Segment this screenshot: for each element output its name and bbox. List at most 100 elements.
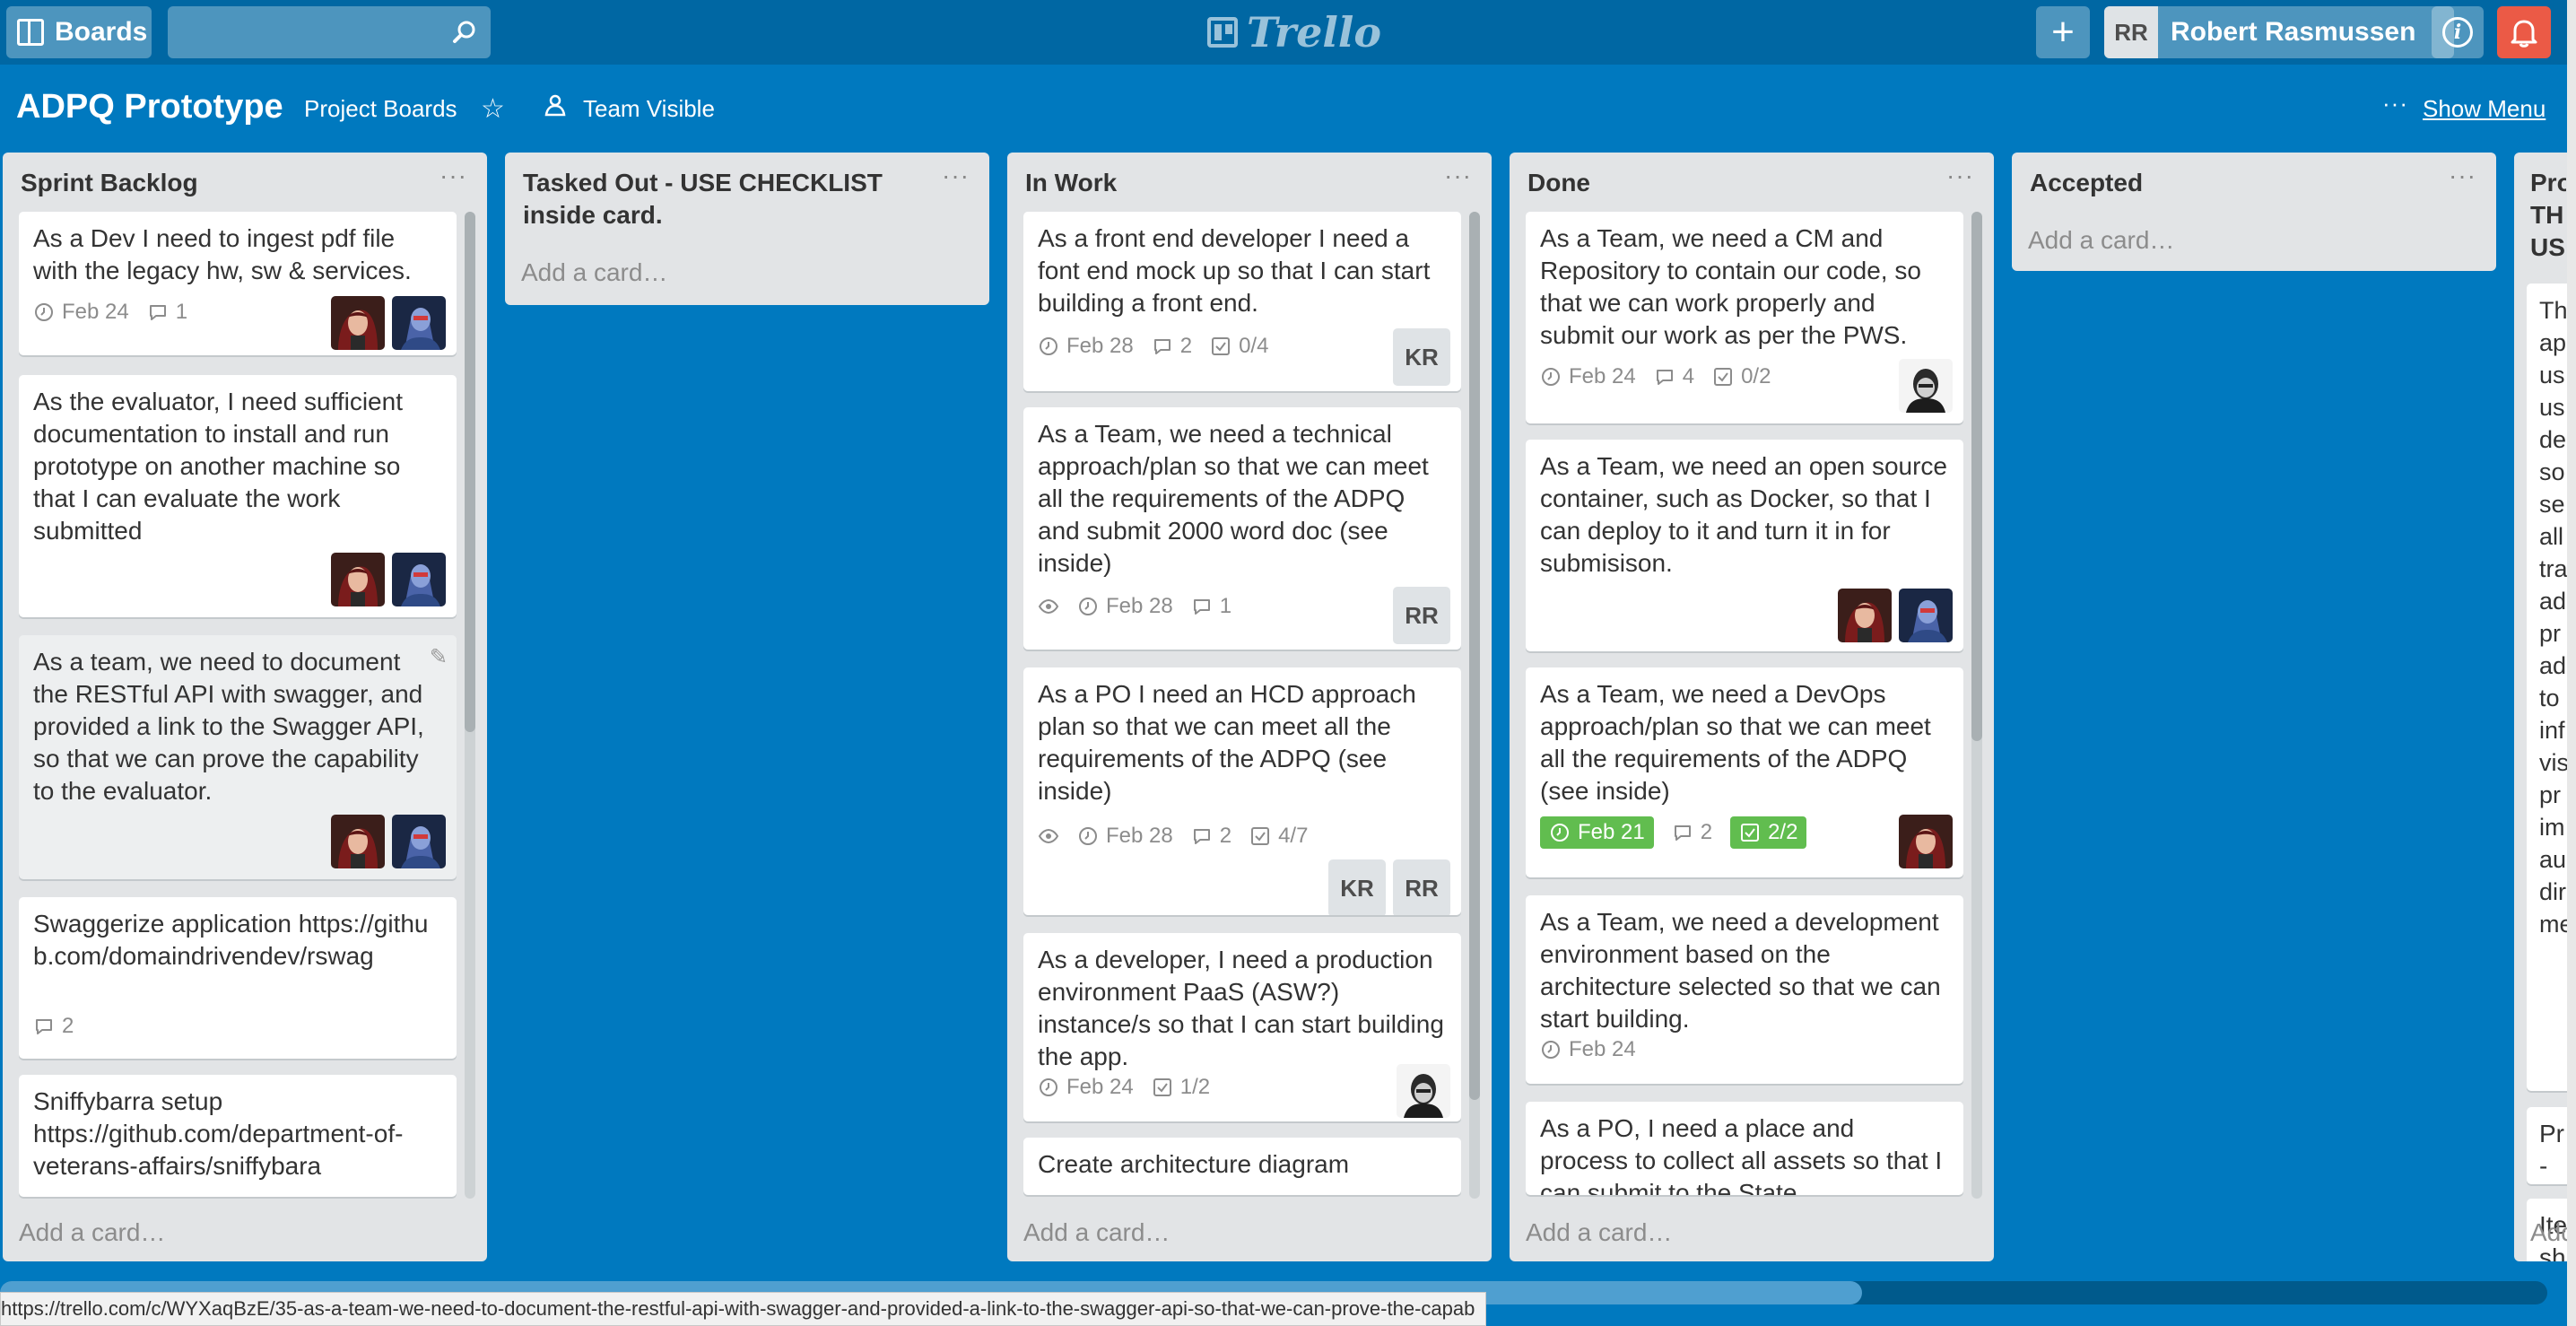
member-avatar[interactable] (331, 553, 385, 606)
list-card[interactable]: Sniffybarra setup https://github.com/dep… (19, 1075, 457, 1197)
list-card[interactable]: As a Team, we need a technical approach/… (1023, 407, 1461, 650)
member-avatar[interactable]: KR (1393, 328, 1450, 386)
due-date-badge: Feb 24 (1540, 1037, 1636, 1062)
add-card-button[interactable]: Add a card… (2028, 226, 2174, 255)
list-card[interactable]: Pr - v (2527, 1107, 2567, 1184)
card-title: As a PO I need an HCD approach plan so t… (1038, 680, 1416, 805)
checklist-icon (1152, 1077, 1173, 1098)
card-title: As a developer, I need a production envi… (1038, 946, 1444, 1070)
comment-icon (33, 1016, 55, 1037)
member-avatar[interactable] (331, 815, 385, 868)
member-avatar[interactable] (1899, 589, 1953, 642)
list-card[interactable]: As a Dev I need to ingest pdf file with … (19, 212, 457, 355)
list-card[interactable]: As a PO I need an HCD approach plan so t… (1023, 667, 1461, 915)
search-input[interactable] (168, 6, 491, 58)
card-badges: Feb 28 2 4/7 (1038, 824, 1308, 849)
list-menu-icon[interactable]: ··· (942, 161, 970, 190)
member-avatar[interactable] (1899, 359, 1953, 413)
list-card[interactable]: As a Team, we need a development environ… (1526, 895, 1963, 1084)
list-title[interactable]: Done (1527, 167, 1922, 199)
info-button[interactable]: i (2432, 6, 2484, 58)
list-card[interactable]: Create architecture diagram (1023, 1138, 1461, 1195)
top-header: Boards Trello + RR Robert Rasmussen i (0, 0, 2576, 65)
member-avatar[interactable] (1838, 589, 1892, 642)
list-card[interactable]: Th ap us us de so se all tra ad pr ad to… (2527, 284, 2567, 1091)
list-card[interactable]: As a Team, we need a DevOps approach/pla… (1526, 667, 1963, 877)
card-title: Th ap us us de so se all tra ad pr ad to… (2539, 297, 2567, 938)
list-card[interactable]: As a Team, we need a CM and Repository t… (1526, 212, 1963, 423)
board-title[interactable]: ADPQ Prototype (16, 88, 283, 126)
list-card[interactable]: As a front end developer I need a font e… (1023, 212, 1461, 391)
checklist-icon (1210, 336, 1231, 357)
member-avatar[interactable] (1899, 815, 1953, 868)
member-avatar[interactable] (392, 553, 446, 606)
add-card-button[interactable]: Add (2530, 1218, 2567, 1247)
card-badges: Feb 28 2 0/4 (1038, 334, 1268, 359)
member-avatar[interactable]: RR (1393, 587, 1450, 644)
boards-button[interactable]: Boards (6, 6, 152, 58)
card-title: As a team, we need to document the RESTf… (33, 648, 424, 805)
card-title: Swaggerize application https://github.co… (33, 910, 429, 970)
comments-badge: 2 (1191, 824, 1231, 849)
list-title[interactable]: In Work (1025, 167, 1420, 199)
due-date-badge: Feb 28 (1038, 334, 1134, 359)
edit-pencil-icon[interactable]: ✎ (430, 644, 448, 670)
member-avatar[interactable] (392, 296, 446, 350)
member-avatar[interactable] (1397, 1064, 1450, 1118)
list-menu-icon[interactable]: ··· (1444, 161, 1472, 190)
add-card-button[interactable]: Add a card… (1023, 1218, 1170, 1247)
eye-icon (1038, 825, 1059, 847)
list-title[interactable]: Accepted (2030, 167, 2424, 199)
trello-logo-icon (1207, 17, 1238, 48)
notifications-button[interactable] (2497, 6, 2551, 58)
avatar: RR (2104, 6, 2158, 58)
org-link[interactable]: Project Boards (304, 95, 457, 123)
window-scrollbar[interactable] (2567, 0, 2576, 1326)
info-icon: i (2442, 17, 2473, 48)
list-menu-icon[interactable]: ··· (2449, 161, 2476, 190)
card-badges: Feb 24 1/2 (1038, 1075, 1210, 1100)
search-icon[interactable] (451, 19, 478, 46)
list-card[interactable]: Swaggerize application https://github.co… (19, 897, 457, 1059)
add-card-button[interactable]: Add a card… (1526, 1218, 1672, 1247)
card-title: As a Team, we need a development environ… (1540, 908, 1941, 1033)
add-card-button[interactable]: Add a card… (521, 258, 667, 287)
bell-icon (2511, 20, 2537, 48)
card-members (1397, 1064, 1450, 1118)
member-avatar[interactable] (331, 296, 385, 350)
list-menu-icon[interactable]: ··· (1946, 161, 1974, 190)
star-icon[interactable]: ☆ (481, 93, 505, 125)
list-title[interactable]: Tasked Out - USE CHECKLIST inside card. (523, 167, 918, 231)
list-card[interactable]: As a PO, I need a place and process to c… (1526, 1102, 1963, 1195)
list-card[interactable]: As the evaluator, I need sufficient docu… (19, 375, 457, 617)
add-card-button[interactable]: Add a card… (19, 1218, 165, 1247)
list-scrollbar[interactable] (465, 212, 475, 1199)
member-avatar[interactable]: KR (1328, 859, 1386, 915)
trello-logo[interactable]: Trello (1207, 7, 1381, 57)
list-scrollbar[interactable] (1469, 212, 1480, 1199)
member-avatar[interactable]: RR (1393, 859, 1450, 915)
list-card[interactable]: As a team, we need to document the RESTf… (19, 635, 457, 879)
team-icon[interactable] (544, 93, 567, 117)
list-in-work: In Work ··· As a front end developer I n… (1007, 153, 1492, 1261)
list-title[interactable]: Sprint Backlog (21, 167, 415, 199)
list-menu-icon[interactable]: ··· (439, 161, 467, 190)
card-title: As a Team, we need an open source contai… (1540, 452, 1948, 577)
member-avatar[interactable] (392, 815, 446, 868)
list-partial: Pro TH US Th ap us us de so se all tra a… (2514, 153, 2567, 1261)
comments-badge: 4 (1654, 364, 1694, 389)
user-menu-button[interactable]: RR Robert Rasmussen (2104, 6, 2454, 58)
list-tasked-out: Tasked Out - USE CHECKLIST inside card. … (505, 153, 989, 305)
plus-icon: + (2051, 10, 2075, 54)
list-card[interactable]: As a Team, we need an open source contai… (1526, 440, 1963, 651)
visibility-button[interactable]: Team Visible (583, 95, 715, 123)
add-button[interactable]: + (2036, 6, 2090, 58)
list-scrollbar[interactable] (1971, 212, 1982, 1199)
checklist-complete-badge: 2/2 (1730, 816, 1807, 849)
show-menu-link[interactable]: Show Menu (2423, 95, 2546, 123)
comments-badge: 2 (33, 1014, 74, 1039)
menu-dots-icon[interactable]: ··· (2382, 90, 2408, 118)
list-card[interactable]: As a developer, I need a production envi… (1023, 933, 1461, 1121)
card-badges: Feb 24 1 (33, 300, 187, 325)
list-title[interactable]: Pro TH US (2530, 167, 2566, 264)
